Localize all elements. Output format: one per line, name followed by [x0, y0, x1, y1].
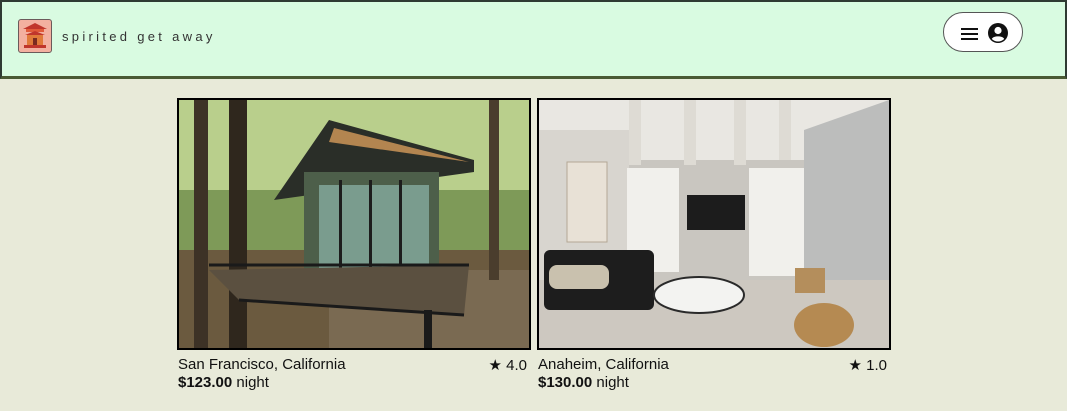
listing-price: $123.00 night	[178, 374, 269, 391]
user-menu-button[interactable]	[943, 12, 1023, 52]
listing-location: San Francisco, California	[178, 356, 346, 373]
listing-rating: ★ 4.0	[488, 357, 527, 374]
listing-price: $130.00 night	[538, 374, 629, 391]
hamburger-icon	[961, 28, 979, 47]
price-unit: night	[236, 374, 269, 391]
listing-location: Anaheim, California	[538, 356, 669, 373]
listing-rating: ★ 1.0	[848, 357, 887, 374]
price-amount: $123.00	[178, 374, 233, 391]
brand-name[interactable]: spirited get away	[62, 29, 216, 44]
user-circle-icon	[988, 23, 1008, 48]
listing-card[interactable]: Anaheim, California ★ 1.0 $130.00 night	[537, 98, 891, 398]
price-amount: $130.00	[538, 374, 593, 391]
logo-icon[interactable]	[18, 19, 52, 53]
top-header: spirited get away	[0, 0, 1067, 79]
listing-photo[interactable]	[177, 98, 531, 350]
listing-photo[interactable]	[537, 98, 891, 350]
listing-card[interactable]: San Francisco, California ★ 4.0 $123.00 …	[177, 98, 531, 398]
price-unit: night	[596, 374, 629, 391]
